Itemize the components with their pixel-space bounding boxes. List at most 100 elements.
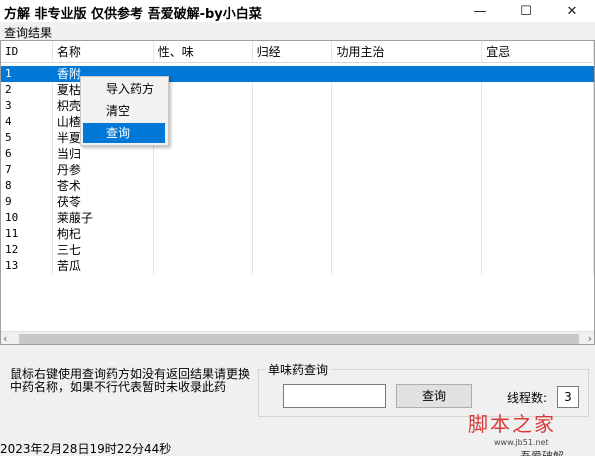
table-row[interactable]: 7 丹参 — [1, 162, 594, 178]
cell-meridian — [253, 162, 333, 178]
cell-nature — [154, 162, 253, 178]
context-menu: 导入药方 清空 查询 — [80, 76, 169, 146]
minimize-icon[interactable]: — — [457, 0, 503, 22]
cell-name: 当归 — [53, 146, 154, 162]
column-header-meridian[interactable]: 归经 — [253, 41, 333, 63]
cell-name: 苍术 — [53, 178, 154, 194]
cell-name: 枸杞 — [53, 226, 154, 242]
cell-name: 苦瓜 — [53, 258, 154, 274]
window-title: 方解 非专业版 仅供参考 吾爱破解-by小白菜 — [4, 7, 262, 22]
cell-name: 莱菔子 — [53, 210, 154, 226]
watermark-logo: 脚本之家 — [468, 412, 556, 436]
cell-nature — [154, 226, 253, 242]
title-bar: 方解 非专业版 仅供参考 吾爱破解-by小白菜 — ☐ ✕ — [0, 0, 595, 22]
results-group-label: 查询结果 — [4, 26, 53, 40]
cell-cautions — [482, 226, 594, 242]
menu-item-query[interactable]: 查询 — [83, 123, 165, 143]
cell-cautions — [482, 258, 594, 274]
cell-meridian — [253, 226, 333, 242]
cell-meridian — [253, 242, 333, 258]
maximize-icon[interactable]: ☐ — [503, 0, 549, 22]
cell-function — [332, 66, 483, 82]
cell-meridian — [253, 210, 333, 226]
cell-cautions — [482, 178, 594, 194]
cell-nature — [154, 194, 253, 210]
watermark-url: www.jb51.net — [494, 438, 549, 447]
cell-id: 12 — [1, 242, 53, 258]
cell-function — [332, 258, 483, 274]
cell-name: 三七 — [53, 242, 154, 258]
cell-cautions — [482, 146, 594, 162]
cell-meridian — [253, 146, 333, 162]
scroll-thumb[interactable] — [19, 334, 579, 344]
cell-id: 1 — [1, 66, 53, 82]
table-row[interactable]: 13 苦瓜 — [1, 258, 594, 274]
cell-cautions — [482, 130, 594, 146]
cell-id: 6 — [1, 146, 53, 162]
cell-function — [332, 114, 483, 130]
cell-meridian — [253, 258, 333, 274]
horizontal-scrollbar[interactable]: ‹ › — [1, 331, 594, 344]
thread-count-input[interactable]: 3 — [557, 386, 579, 408]
cell-function — [332, 194, 483, 210]
scroll-right-icon[interactable]: › — [588, 332, 592, 344]
cell-nature — [154, 210, 253, 226]
table-header: ID 名称 性、味 归经 功用主治 宜忌 — [1, 41, 594, 63]
table-row[interactable]: 9 茯苓 — [1, 194, 594, 210]
cell-cautions — [482, 162, 594, 178]
watermark: 脚本之家 www.jb51.net 吾爱破解 — [468, 408, 588, 456]
cell-cautions — [482, 114, 594, 130]
cell-meridian — [253, 82, 333, 98]
cell-function — [332, 82, 483, 98]
cell-nature — [154, 178, 253, 194]
cell-nature — [154, 242, 253, 258]
column-header-function[interactable]: 功用主治 — [332, 41, 483, 63]
cell-function — [332, 210, 483, 226]
cell-id: 4 — [1, 114, 53, 130]
cell-cautions — [482, 194, 594, 210]
cell-id: 9 — [1, 194, 53, 210]
cell-nature — [154, 146, 253, 162]
status-datetime: 2023年2月28日19时22分44秒 — [0, 442, 172, 456]
menu-item-clear[interactable]: 清空 — [83, 101, 165, 121]
cell-meridian — [253, 114, 333, 130]
cell-meridian — [253, 66, 333, 82]
query-button[interactable]: 查询 — [396, 384, 472, 408]
cell-id: 11 — [1, 226, 53, 242]
cell-meridian — [253, 194, 333, 210]
cell-name: 丹参 — [53, 162, 154, 178]
column-header-id[interactable]: ID — [1, 41, 53, 63]
cell-name: 茯苓 — [53, 194, 154, 210]
cell-id: 2 — [1, 82, 53, 98]
cell-id: 13 — [1, 258, 53, 274]
cell-id: 8 — [1, 178, 53, 194]
scroll-left-icon[interactable]: ‹ — [3, 332, 7, 344]
cell-cautions — [482, 66, 594, 82]
table-row[interactable]: 10 莱菔子 — [1, 210, 594, 226]
cell-cautions — [482, 210, 594, 226]
column-header-nature[interactable]: 性、味 — [154, 41, 253, 63]
cell-meridian — [253, 130, 333, 146]
column-header-name[interactable]: 名称 — [53, 41, 154, 63]
table-row[interactable]: 6 当归 — [1, 146, 594, 162]
table-row[interactable]: 8 苍术 — [1, 178, 594, 194]
single-herb-group-title: 单味药查询 — [265, 361, 332, 378]
menu-item-import-prescription[interactable]: 导入药方 — [83, 79, 165, 99]
cell-function — [332, 98, 483, 114]
cell-id: 5 — [1, 130, 53, 146]
cell-function — [332, 130, 483, 146]
table-row[interactable]: 12 三七 — [1, 242, 594, 258]
cell-cautions — [482, 98, 594, 114]
herb-name-input[interactable] — [283, 384, 386, 408]
cell-nature — [154, 258, 253, 274]
cell-function — [332, 242, 483, 258]
column-header-cautions[interactable]: 宜忌 — [482, 41, 594, 63]
cell-id: 3 — [1, 98, 53, 114]
cell-id: 10 — [1, 210, 53, 226]
close-icon[interactable]: ✕ — [549, 0, 595, 22]
cell-cautions — [482, 242, 594, 258]
cell-cautions — [482, 82, 594, 98]
cell-function — [332, 178, 483, 194]
table-row[interactable]: 11 枸杞 — [1, 226, 594, 242]
cell-id: 7 — [1, 162, 53, 178]
